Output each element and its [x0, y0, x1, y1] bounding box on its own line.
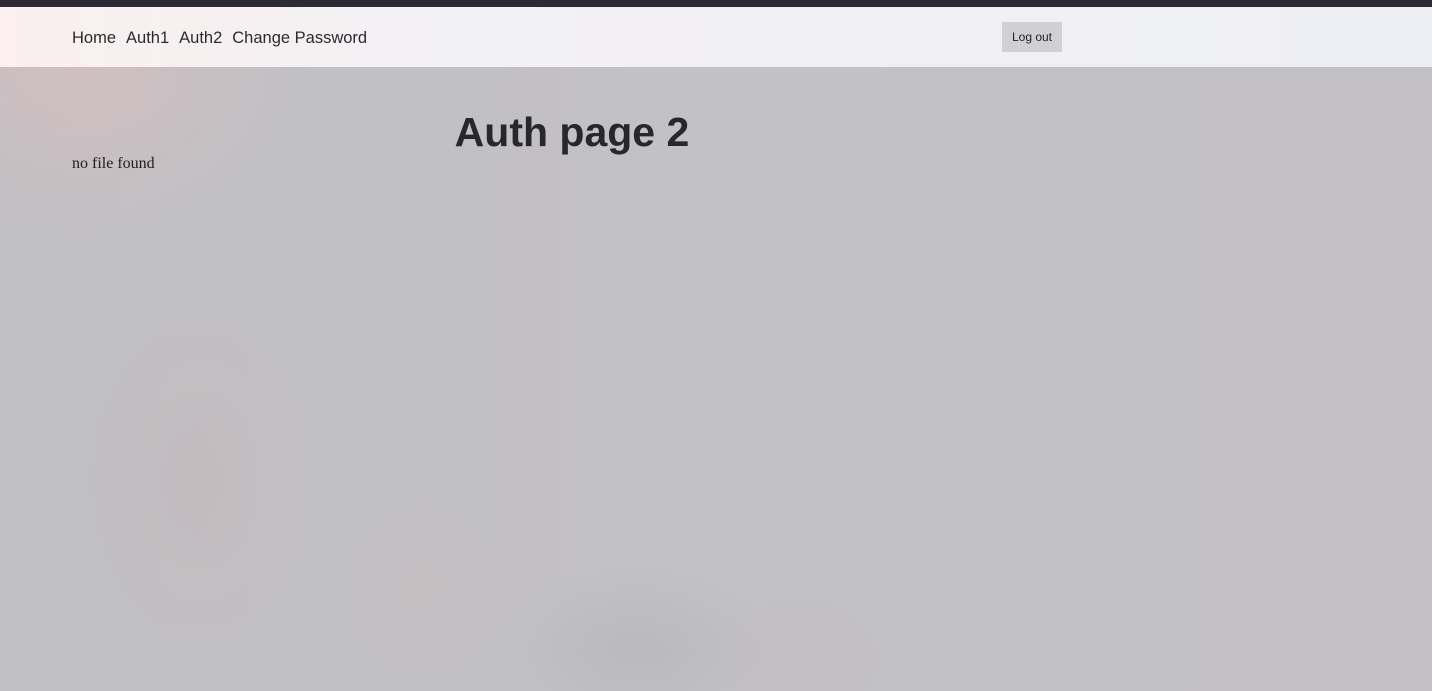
nav-link-auth2[interactable]: Auth2 — [179, 29, 222, 48]
navbar: Home Auth1 Auth2 Change Password Log out — [0, 7, 1432, 67]
top-border-bar — [0, 0, 1432, 7]
logout-button[interactable]: Log out — [1002, 22, 1062, 52]
nav-link-auth1[interactable]: Auth1 — [126, 29, 169, 48]
page-title: Auth page 2 — [454, 109, 690, 155]
background-image — [0, 0, 1432, 691]
nav-links: Home Auth1 Auth2 Change Password — [72, 29, 367, 48]
nav-link-change-password[interactable]: Change Password — [232, 29, 367, 48]
nav-link-home[interactable]: Home — [72, 29, 116, 48]
status-message: no file found — [72, 155, 155, 172]
